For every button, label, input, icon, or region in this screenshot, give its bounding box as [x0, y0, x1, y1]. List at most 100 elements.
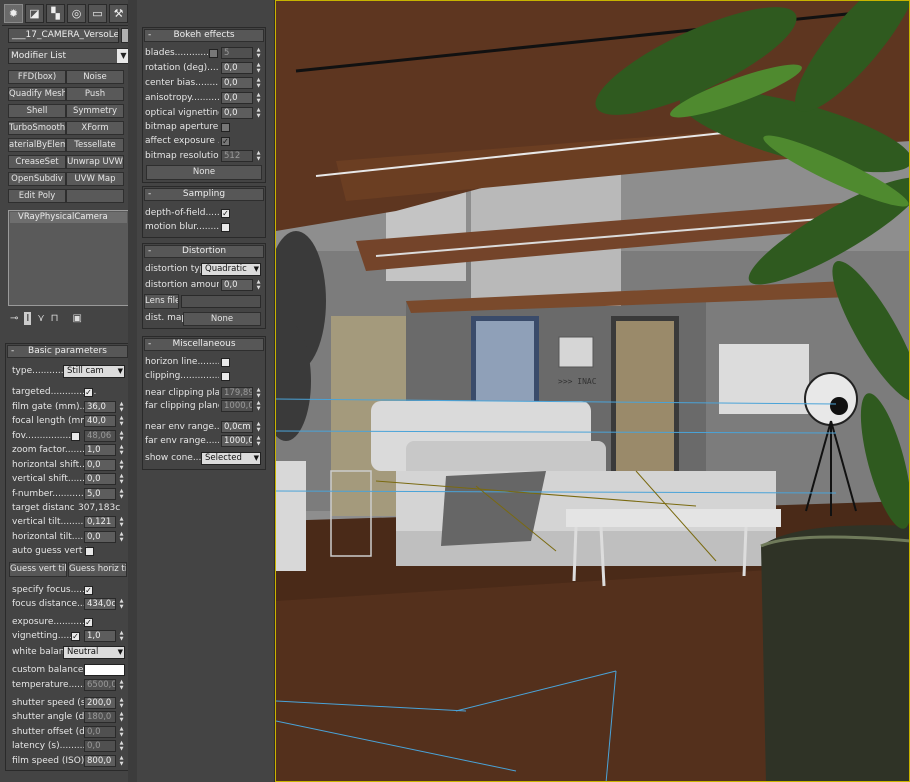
distortion-amount-spinner-arrows[interactable]: ▲ ▼	[255, 279, 262, 291]
shutter-speed-spinner[interactable]: 200,0	[84, 697, 116, 709]
object-name-field[interactable]: ___17_CAMERA_VersoLetto	[8, 28, 119, 43]
bitmap-resolution-spinner[interactable]: 512	[221, 150, 253, 162]
shutter-angle-spinner-arrows[interactable]: ▲ ▼	[118, 711, 125, 723]
bokeh-effects-header[interactable]: - Bokeh effects	[144, 29, 264, 42]
film-gate-spinner-arrows[interactable]: ▲ ▼	[118, 401, 125, 413]
distortion-type-select[interactable]: Quadratic ▼	[201, 263, 261, 276]
horizontal-tilt-spinner[interactable]: 0,0	[84, 531, 116, 543]
make-unique-icon[interactable]: ⋎	[37, 313, 44, 324]
custom-balance-swatch[interactable]	[84, 664, 125, 676]
fov-checkbox[interactable]	[71, 432, 80, 441]
optical-vignetting-spinner[interactable]: 0,0	[221, 107, 253, 119]
focus-distance-spinner[interactable]: 434,0cr	[84, 598, 116, 610]
far-env-range-spinner-arrows[interactable]: ▲ ▼	[255, 435, 262, 447]
fov-spinner-arrows[interactable]: ▲ ▼	[118, 430, 125, 442]
vertical-shift-spinner[interactable]: 0,0	[84, 473, 116, 485]
bitmap-resolution-spinner-arrows[interactable]: ▲ ▼	[255, 150, 262, 162]
distortion-header[interactable]: - Distortion	[144, 245, 264, 258]
modifier-button-noise[interactable]: Noise	[66, 70, 124, 84]
modifier-button-push[interactable]: Push	[66, 87, 124, 101]
shutter-offset-spinner[interactable]: 0,0	[84, 726, 116, 738]
modifier-button-uvw-map[interactable]: UVW Map	[66, 172, 124, 186]
blades-checkbox[interactable]	[209, 49, 218, 58]
far-clipping-plane-spinner[interactable]: 1000,0c	[221, 400, 253, 412]
vertical-shift-spinner-arrows[interactable]: ▲ ▼	[118, 473, 125, 485]
lens-file-path-field[interactable]	[181, 295, 261, 308]
hierarchy-tab-icon[interactable]: ▚	[46, 4, 65, 23]
modify-tab-icon[interactable]: ◪	[25, 4, 44, 23]
fov-spinner[interactable]: 48,06	[84, 430, 116, 442]
focal-length-spinner-arrows[interactable]: ▲ ▼	[118, 415, 125, 427]
modifier-button-ffd[interactable]: FFD(box)	[8, 70, 66, 84]
targeted-checkbox[interactable]: ✓	[84, 388, 93, 397]
lens-file-button[interactable]: Lens file	[144, 294, 179, 309]
bitmap-aperture-checkbox[interactable]	[221, 123, 230, 132]
horizontal-shift-spinner-arrows[interactable]: ▲ ▼	[118, 459, 125, 471]
focus-distance-spinner-arrows[interactable]: ▲ ▼	[118, 598, 125, 610]
shutter-offset-spinner-arrows[interactable]: ▲ ▼	[118, 726, 125, 738]
temperature-spinner-arrows[interactable]: ▲ ▼	[118, 679, 125, 691]
horizontal-shift-spinner[interactable]: 0,0	[84, 459, 116, 471]
anisotropy-spinner-arrows[interactable]: ▲ ▼	[255, 92, 262, 104]
latency-spinner-arrows[interactable]: ▲ ▼	[118, 740, 125, 752]
modifier-button-edit-poly[interactable]: Edit Poly	[8, 189, 66, 203]
far-clipping-plane-spinner-arrows[interactable]: ▲ ▼	[255, 400, 262, 412]
f-number-spinner-arrows[interactable]: ▲ ▼	[118, 488, 125, 500]
vignetting-checkbox[interactable]: ✓	[71, 632, 80, 641]
utilities-tab-icon[interactable]: ⚒	[109, 4, 128, 23]
modifier-button-opensubdiv[interactable]: OpenSubdiv	[8, 172, 66, 186]
pin-stack-icon[interactable]: ⊸	[10, 313, 18, 324]
display-tab-icon[interactable]: ▭	[88, 4, 107, 23]
specify-focus-checkbox[interactable]: ✓	[84, 586, 93, 595]
modifier-stack-list[interactable]: VRayPhysicalCamera	[8, 210, 129, 306]
exposure-checkbox[interactable]: ✓	[84, 618, 93, 627]
film-speed-spinner[interactable]: 800,0	[84, 755, 116, 767]
bokeh-map-none-button[interactable]: None	[146, 165, 262, 180]
modifier-button-unwrap-uvw[interactable]: Unwrap UVW	[66, 155, 124, 169]
modifier-button-symmetry[interactable]: Symmetry	[66, 104, 124, 118]
guess-horiz-tilt-button[interactable]: Guess horiz tilt	[68, 562, 127, 577]
blades-spinner[interactable]: 5	[221, 47, 253, 59]
zoom-factor-spinner[interactable]: 1,0	[84, 444, 116, 456]
remove-modifier-icon[interactable]: ⊓	[51, 313, 59, 324]
create-tab-icon[interactable]: ✹	[4, 4, 23, 23]
depth-of-field-checkbox[interactable]: ✓	[221, 209, 230, 218]
horizontal-tilt-spinner-arrows[interactable]: ▲ ▼	[118, 531, 125, 543]
sampling-header[interactable]: - Sampling	[144, 188, 264, 201]
distortion-amount-spinner[interactable]: 0,0	[221, 279, 253, 291]
center-bias-spinner[interactable]: 0,0	[221, 77, 253, 89]
modifier-button-quadify-mesh[interactable]: Quadify Mesh	[8, 87, 66, 101]
show-end-result-icon[interactable]: I	[24, 311, 32, 325]
blades-spinner-arrows[interactable]: ▲ ▼	[255, 47, 262, 59]
near-env-range-spinner[interactable]: 0,0cm	[221, 421, 253, 433]
configure-sets-icon[interactable]: ▣	[72, 313, 81, 324]
modifier-button-tessellate[interactable]: Tessellate	[66, 138, 124, 152]
modifier-list-dropdown[interactable]: Modifier List ▼	[8, 48, 131, 64]
miscellaneous-header[interactable]: - Miscellaneous	[144, 338, 264, 351]
temperature-spinner[interactable]: 6500,0	[84, 679, 116, 691]
affect-exposure-checkbox[interactable]: ✓	[221, 137, 230, 146]
command-panel-scrollbar[interactable]	[128, 0, 137, 782]
auto-guess-vert-tilt-checkbox[interactable]	[85, 547, 94, 556]
modifier-button-turbosmooth[interactable]: TurboSmooth	[8, 121, 66, 135]
modifier-button-empty[interactable]	[66, 189, 124, 203]
zoom-factor-spinner-arrows[interactable]: ▲ ▼	[118, 444, 125, 456]
camera-type-select[interactable]: Still cam ▼	[63, 365, 125, 378]
near-clipping-plane-spinner[interactable]: 179,89c	[221, 387, 253, 399]
rotation-spinner-arrows[interactable]: ▲ ▼	[255, 62, 262, 74]
modifier-button-material-by-element[interactable]: aterialByEleme	[8, 138, 66, 152]
near-clipping-plane-spinner-arrows[interactable]: ▲ ▼	[255, 387, 262, 399]
vertical-tilt-spinner[interactable]: 0,121	[84, 516, 116, 528]
motion-blur-checkbox[interactable]	[221, 223, 230, 232]
white-balance-select[interactable]: Neutral ▼	[63, 646, 125, 659]
center-bias-spinner-arrows[interactable]: ▲ ▼	[255, 77, 262, 89]
latency-spinner[interactable]: 0,0	[84, 740, 116, 752]
shutter-speed-spinner-arrows[interactable]: ▲ ▼	[118, 697, 125, 709]
motion-tab-icon[interactable]: ◎	[67, 4, 86, 23]
rotation-spinner[interactable]: 0,0	[221, 62, 253, 74]
film-gate-spinner[interactable]: 36,0	[84, 401, 116, 413]
vignetting-spinner[interactable]: 1,0	[84, 630, 116, 642]
modifier-button-xform[interactable]: XForm	[66, 121, 124, 135]
clipping-checkbox[interactable]	[221, 372, 230, 381]
horizon-line-checkbox[interactable]	[221, 358, 230, 367]
